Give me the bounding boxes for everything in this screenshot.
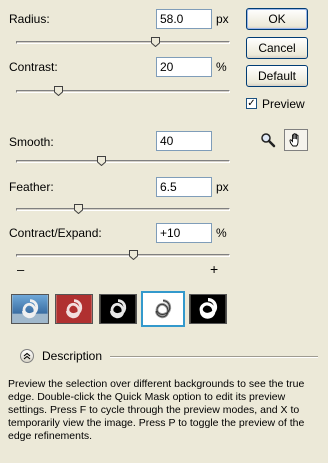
radius-slider-track[interactable] (16, 41, 230, 44)
cancel-button[interactable]: Cancel (246, 37, 308, 59)
quick-mask-preview-icon (56, 295, 92, 323)
default-button[interactable]: Default (246, 65, 308, 87)
preview-checkbox[interactable]: ✓ (246, 98, 257, 109)
contract-expand-unit: % (216, 226, 227, 240)
contract-expand-input[interactable]: +10 (156, 223, 212, 243)
radius-slider-thumb[interactable] (150, 37, 160, 47)
contract-expand-slider-thumb[interactable] (129, 250, 139, 260)
smooth-label: Smooth: (9, 135, 54, 149)
preview-mode-standard[interactable] (11, 294, 49, 324)
hand-icon (289, 133, 299, 147)
contract-expand-label: Contract/Expand: (9, 226, 102, 240)
on-black-preview-icon (100, 295, 136, 323)
preview-mode-mask[interactable] (189, 294, 227, 324)
feather-input[interactable]: 6.5 (156, 177, 212, 197)
ok-button[interactable]: OK (246, 8, 308, 30)
contrast-slider-thumb[interactable] (54, 86, 64, 96)
contract-expand-slider-track[interactable] (16, 254, 230, 257)
description-text: Preview the selection over different bac… (8, 378, 305, 442)
feather-slider-thumb[interactable] (73, 204, 83, 214)
zoom-icon (261, 133, 276, 148)
collapse-chevron-icon (23, 352, 31, 360)
expand-plus-label: + (210, 261, 219, 277)
radius-unit: px (216, 12, 229, 26)
check-mark-icon: ✓ (247, 97, 256, 109)
preview-mode-quick-mask[interactable] (55, 294, 93, 324)
radius-input[interactable]: 58.0 (156, 9, 212, 29)
description-title: Description (42, 349, 103, 363)
contrast-label: Contrast: (9, 60, 58, 74)
preview-mode-on-white[interactable] (141, 291, 185, 327)
description-toggle[interactable] (20, 349, 34, 363)
feather-label: Feather: (9, 180, 54, 194)
contrast-slider-track[interactable] (16, 90, 230, 93)
contract-minus-label: – (17, 262, 25, 277)
feather-slider-track[interactable] (16, 208, 230, 211)
description-divider (110, 356, 318, 358)
feather-unit: px (216, 180, 229, 194)
contrast-unit: % (216, 60, 227, 74)
on-white-preview-icon (145, 295, 181, 323)
smooth-slider-thumb[interactable] (97, 156, 107, 166)
zoom-tool[interactable] (258, 130, 278, 150)
radius-label: Radius: (9, 12, 50, 26)
smooth-slider-track[interactable] (16, 160, 230, 163)
mask-preview-icon (190, 295, 226, 323)
hand-tool[interactable] (284, 129, 308, 151)
preview-label: Preview (262, 97, 305, 111)
contrast-input[interactable]: 20 (156, 57, 212, 77)
preview-mode-on-black[interactable] (99, 294, 137, 324)
standard-preview-icon (12, 295, 48, 323)
smooth-input[interactable]: 40 (156, 131, 212, 151)
